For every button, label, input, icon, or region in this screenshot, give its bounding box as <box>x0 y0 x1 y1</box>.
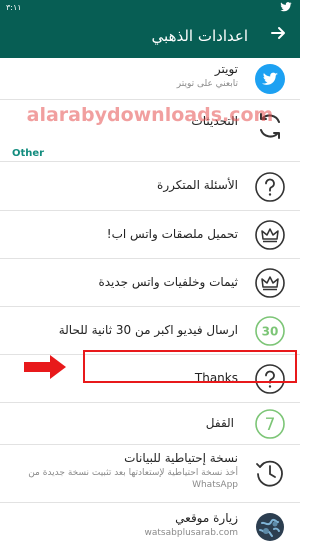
item-title: الأسئلة المتكررة <box>157 178 238 192</box>
item-subtitle: أخذ نسخة احتياطية لإستعادتها بعد تثبيت ن… <box>28 468 238 490</box>
list-item-lock[interactable]: 7 القفل <box>0 403 300 445</box>
crown-icon <box>254 267 286 299</box>
item-title: زيارة موقعي <box>175 511 238 525</box>
status-bar: ٣:١١ <box>0 0 300 16</box>
badge-30-icon: 30 <box>254 315 286 347</box>
twitter-bird-icon <box>280 2 292 15</box>
list-item-faq[interactable]: الأسئلة المتكررة <box>0 161 300 211</box>
list-item-website[interactable]: زيارة موقعي watsabplusarab.com <box>0 503 300 553</box>
list-item-updates[interactable]: التحديثات <box>0 100 300 152</box>
list-item-backup[interactable]: نسخة إحتياطية للبيانات أخذ نسخة احتياطية… <box>0 445 300 503</box>
red-arrow-icon <box>22 354 68 384</box>
item-title: ثيمات وخلفيات واتس جديدة <box>98 275 238 289</box>
badge-7-icon: 7 <box>254 408 286 440</box>
item-subtitle: تابعني على تويتر <box>176 79 238 89</box>
globe-icon <box>254 511 286 543</box>
item-title: تحميل ملصقات واتس اب! <box>106 227 238 241</box>
item-title: القفل <box>205 416 234 430</box>
status-time: ٣:١١ <box>6 3 22 12</box>
highlight-box <box>83 350 297 383</box>
item-title: التحديثات <box>191 114 238 128</box>
item-title: تويتر <box>214 62 238 76</box>
arrow-right-icon[interactable] <box>270 25 286 46</box>
section-header-other: Other <box>12 148 45 159</box>
item-title: ارسال فيديو اكبر من 30 ثانية للحالة <box>58 323 238 337</box>
clock-icon <box>254 457 286 489</box>
app-bar: اعدادات الذهبي <box>0 16 300 58</box>
item-subtitle: watsabplusarab.com <box>144 528 238 538</box>
badge-7-text: 7 <box>265 415 276 435</box>
refresh-icon <box>254 110 286 142</box>
question-icon <box>254 171 286 203</box>
twitter-icon <box>254 63 286 95</box>
list-item-themes[interactable]: ثيمات وخلفيات واتس جديدة <box>0 259 300 307</box>
crown-icon <box>254 219 286 251</box>
item-title: نسخة إحتياطية للبيانات <box>124 451 238 465</box>
badge-30-text: 30 <box>262 325 279 339</box>
page-title: اعدادات الذهبي <box>151 27 248 45</box>
list-item-video30[interactable]: 30 ارسال فيديو اكبر من 30 ثانية للحالة <box>0 307 300 355</box>
list-item-twitter[interactable]: تويتر تابعني على تويتر <box>0 58 300 100</box>
list-item-stickers[interactable]: تحميل ملصقات واتس اب! <box>0 211 300 259</box>
